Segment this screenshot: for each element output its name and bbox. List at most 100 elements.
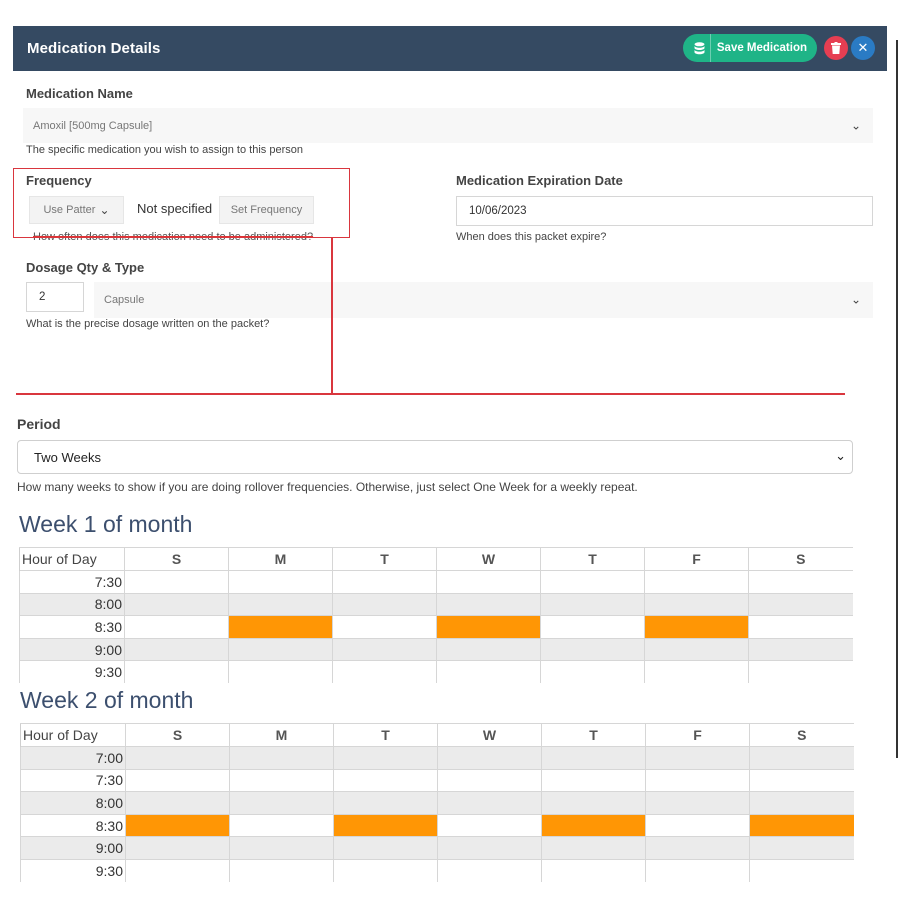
schedule-cell[interactable] xyxy=(229,858,334,883)
schedule-cell[interactable] xyxy=(125,791,230,815)
schedule-cell[interactable] xyxy=(644,637,749,661)
schedule-cell[interactable] xyxy=(124,637,229,661)
schedule-cell[interactable] xyxy=(540,660,645,684)
schedule-cell[interactable] xyxy=(436,660,541,684)
schedule-cell[interactable] xyxy=(749,746,854,770)
schedule-cell[interactable] xyxy=(124,592,229,616)
schedule-cell[interactable] xyxy=(332,660,437,684)
schedule-cell[interactable] xyxy=(333,768,438,792)
schedule-cell[interactable] xyxy=(540,637,645,661)
delete-button[interactable] xyxy=(824,36,848,60)
schedule-cell[interactable] xyxy=(541,858,646,883)
schedule-cell[interactable] xyxy=(540,570,645,594)
schedule-cell[interactable] xyxy=(749,791,854,815)
time-label: 9:30 xyxy=(20,858,126,883)
chevron-down-icon: ⌄ xyxy=(835,448,846,464)
schedule-cell-selected[interactable] xyxy=(749,813,854,837)
schedule-cell-selected[interactable] xyxy=(541,813,646,837)
schedule-cell[interactable] xyxy=(437,813,542,837)
schedule-cell[interactable] xyxy=(125,858,230,883)
schedule-cell[interactable] xyxy=(333,836,438,860)
schedule-cell[interactable] xyxy=(645,768,750,792)
expiration-date-input[interactable]: 10/06/2023 xyxy=(456,196,873,226)
schedule-cell[interactable] xyxy=(228,637,333,661)
schedule-cell[interactable] xyxy=(644,660,749,684)
schedule-cell[interactable] xyxy=(437,858,542,883)
schedule-cell[interactable] xyxy=(332,570,437,594)
schedule-cell[interactable] xyxy=(124,570,229,594)
schedule-cell[interactable] xyxy=(748,615,853,639)
schedule-cell[interactable] xyxy=(229,768,334,792)
schedule-cell[interactable] xyxy=(124,660,229,684)
schedule-cell-selected[interactable] xyxy=(644,615,749,639)
schedule-cell[interactable] xyxy=(229,746,334,770)
time-label: 9:00 xyxy=(19,637,125,661)
schedule-cell[interactable] xyxy=(228,570,333,594)
schedule-cell[interactable] xyxy=(125,836,230,860)
schedule-cell[interactable] xyxy=(540,615,645,639)
period-help: How many weeks to show if you are doing … xyxy=(17,480,638,494)
schedule-cell[interactable] xyxy=(541,791,646,815)
day-header: T xyxy=(333,723,438,747)
schedule-cell[interactable] xyxy=(229,813,334,837)
schedule-cell-selected[interactable] xyxy=(125,813,230,837)
schedule-cell[interactable] xyxy=(644,570,749,594)
schedule-cell[interactable] xyxy=(541,768,646,792)
schedule-cell[interactable] xyxy=(540,592,645,616)
schedule-cell[interactable] xyxy=(645,791,750,815)
schedule-cell[interactable] xyxy=(541,836,646,860)
schedule-cell[interactable] xyxy=(333,858,438,883)
close-icon: ✕ xyxy=(857,40,869,55)
schedule-cell[interactable] xyxy=(437,746,542,770)
time-label: 9:30 xyxy=(19,660,125,684)
schedule-cell[interactable] xyxy=(749,768,854,792)
period-select[interactable]: Two Weeks ⌄ xyxy=(17,440,853,474)
close-button[interactable]: ✕ xyxy=(851,36,875,60)
schedule-row: 8:30 xyxy=(20,813,854,837)
schedule-cell[interactable] xyxy=(229,836,334,860)
day-header: T xyxy=(541,723,646,747)
schedule-cell[interactable] xyxy=(124,615,229,639)
schedule-cell[interactable] xyxy=(437,791,542,815)
schedule-cell[interactable] xyxy=(125,768,230,792)
schedule-cell-selected[interactable] xyxy=(436,615,541,639)
schedule-cell[interactable] xyxy=(125,746,230,770)
schedule-row: 7:30 xyxy=(19,570,853,594)
schedule-cell[interactable] xyxy=(333,746,438,770)
schedule-cell[interactable] xyxy=(437,768,542,792)
schedule-cell[interactable] xyxy=(332,592,437,616)
time-label: 8:00 xyxy=(20,791,126,815)
schedule-cell[interactable] xyxy=(436,570,541,594)
schedule-cell[interactable] xyxy=(645,746,750,770)
schedule-cell[interactable] xyxy=(228,592,333,616)
medication-name-select[interactable]: Amoxil [500mg Capsule] ⌄ xyxy=(23,108,873,143)
schedule-cell[interactable] xyxy=(748,570,853,594)
schedule-cell[interactable] xyxy=(437,836,542,860)
schedule-cell[interactable] xyxy=(436,637,541,661)
schedule-row: 7:30 xyxy=(20,768,854,792)
schedule-cell[interactable] xyxy=(645,813,750,837)
schedule-cell[interactable] xyxy=(333,791,438,815)
schedule-cell[interactable] xyxy=(748,660,853,684)
schedule-cell[interactable] xyxy=(645,836,750,860)
schedule-cell-selected[interactable] xyxy=(228,615,333,639)
schedule-cell[interactable] xyxy=(749,836,854,860)
schedule-cell-selected[interactable] xyxy=(333,813,438,837)
chevron-down-icon: ⌄ xyxy=(850,292,861,307)
dosage-type-select[interactable]: Capsule ⌄ xyxy=(94,282,873,318)
schedule-cell[interactable] xyxy=(229,791,334,815)
save-medication-button[interactable]: Save Medication xyxy=(682,34,817,62)
dosage-qty-input[interactable]: 2 xyxy=(26,282,84,312)
schedule-cell[interactable] xyxy=(645,858,750,883)
schedule-cell[interactable] xyxy=(748,592,853,616)
schedule-cell[interactable] xyxy=(541,746,646,770)
schedule-cell[interactable] xyxy=(332,615,437,639)
schedule-cell[interactable] xyxy=(644,592,749,616)
schedule-cell[interactable] xyxy=(748,637,853,661)
schedule-cell[interactable] xyxy=(749,858,854,883)
schedule-cell[interactable] xyxy=(436,592,541,616)
hour-of-day-header: Hour of Day xyxy=(20,723,126,747)
schedule-cell[interactable] xyxy=(228,660,333,684)
trash-icon xyxy=(831,42,841,54)
schedule-cell[interactable] xyxy=(332,637,437,661)
